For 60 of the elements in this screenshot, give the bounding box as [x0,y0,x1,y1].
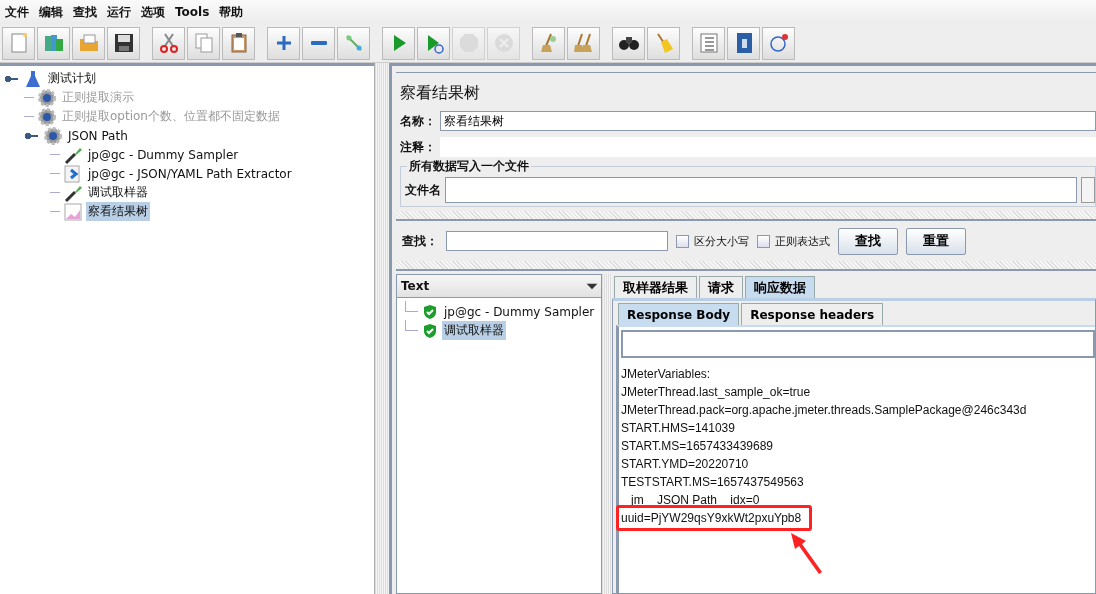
result-item[interactable]: jp@gc - Dummy Sampler [442,303,597,320]
name-field[interactable]: 察看结果树 [440,111,1096,131]
menu-item[interactable]: 编辑 [36,3,70,21]
result-item[interactable]: 调试取样器 [442,321,506,340]
toolbar-button[interactable] [222,26,255,60]
splitter[interactable] [396,261,1096,271]
menu-item[interactable]: 选项 [138,3,172,21]
gear-icon [37,106,57,127]
menu-item[interactable]: 查找 [70,3,104,21]
tree-item[interactable]: 察看结果树 [86,202,150,221]
comment-label: 注释： [400,138,436,156]
browse-button[interactable] [1081,177,1095,203]
tab[interactable]: Response Body [618,303,740,325]
search-button[interactable]: 查找 [838,227,898,255]
name-label: 名称： [400,112,436,130]
tree-item[interactable]: 调试取样器 [86,183,150,202]
shield-check-icon [422,303,438,320]
search-label: 查找： [402,232,438,250]
toolbar-button[interactable] [727,26,760,60]
menu-item[interactable]: 帮助 [216,3,251,21]
tree-item[interactable]: jp@gc - Dummy Sampler [86,146,241,163]
response-line: START.MS=1657433439689 [621,439,773,453]
checkbox[interactable] [757,234,770,248]
tree-item[interactable]: jp@gc - JSON/YAML Path Extractor [86,165,294,182]
chart-icon [63,201,83,222]
toolbar-button[interactable] [107,26,140,60]
gear-icon [43,125,63,146]
search-field[interactable] [446,231,668,251]
tree-item[interactable]: 测试计划 [46,69,98,88]
tab[interactable]: 响应数据 [745,276,815,298]
renderer-dropdown[interactable]: Text [397,275,601,298]
response-line: START.HMS=141039 [621,421,735,435]
filename-label: 文件名 [405,181,441,199]
checkbox-label: 区分大小写 [694,233,749,249]
reset-button[interactable]: 重置 [906,227,966,255]
search-button[interactable] [612,26,645,60]
filename-field[interactable] [445,177,1077,203]
group-title: 所有数据写入一个文件 [407,158,531,175]
flask-icon [23,68,43,89]
checkbox-label: 正则表达式 [775,233,830,249]
tab[interactable]: 请求 [699,276,743,298]
response-search-field[interactable] [621,330,1095,358]
menu-item[interactable]: 文件 [2,3,36,21]
menu-item[interactable]: 运行 [104,3,138,21]
tree-item[interactable]: JSON Path [66,127,130,144]
splitter[interactable] [374,63,392,594]
response-line: JMeterVariables: [621,367,711,381]
gear-icon [37,87,57,108]
splitter[interactable] [396,211,1096,221]
tab[interactable]: 取样器结果 [614,276,697,298]
response-line: START.YMD=20220710 [621,457,749,471]
response-line: TESTSTART.MS=1657437549563 [621,475,804,489]
panel-title: 察看结果树 [396,72,1096,108]
menu-item[interactable]: Tools [172,5,217,19]
response-line: JMeterThread.pack=org.apache.jmeter.threads.SamplePackage@246c343d [621,403,1027,417]
arrow-icon [789,531,825,577]
checkbox[interactable] [676,234,689,248]
shield-check-icon [422,322,438,339]
response-line: JMeterThread.last_sample_ok=true [621,385,811,399]
tab[interactable]: Response headers [741,303,884,325]
